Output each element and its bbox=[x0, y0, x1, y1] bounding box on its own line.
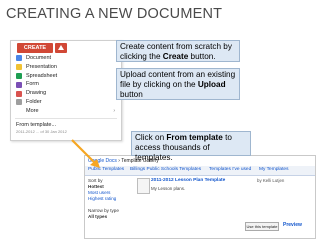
pointer-arrow bbox=[71, 139, 100, 168]
arrow-shaft bbox=[71, 139, 97, 165]
